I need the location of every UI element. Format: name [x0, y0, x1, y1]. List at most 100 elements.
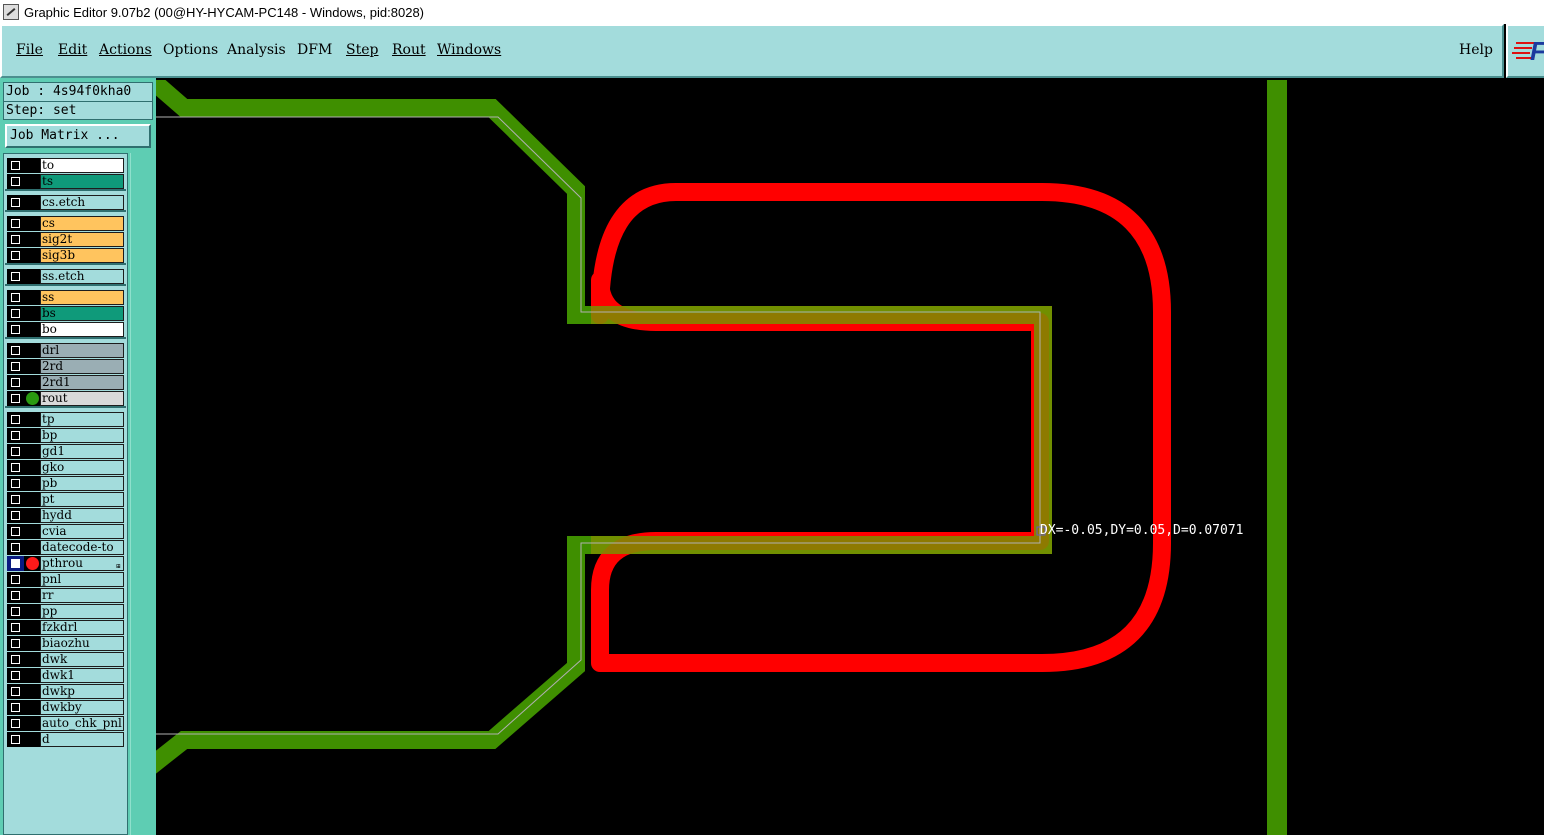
layer-name[interactable]: hydd	[40, 508, 124, 523]
layer-name[interactable]: rr	[40, 588, 124, 603]
layer-display-toggle[interactable]	[24, 248, 40, 263]
layer-display-toggle[interactable]	[24, 343, 40, 358]
layer-display-toggle[interactable]	[24, 732, 40, 747]
layer-checkbox[interactable]	[7, 636, 24, 651]
layer-display-toggle[interactable]	[24, 359, 40, 374]
layer-name[interactable]: 2rd	[40, 359, 124, 374]
layer-row-dwk[interactable]: dwk	[7, 652, 124, 667]
layer-display-toggle[interactable]	[24, 572, 40, 587]
layer-display-toggle[interactable]	[24, 444, 40, 459]
layer-display-toggle[interactable]	[24, 375, 40, 390]
layer-name[interactable]: drl	[40, 343, 124, 358]
layer-checkbox[interactable]	[7, 269, 24, 284]
layer-checkbox[interactable]	[7, 359, 24, 374]
layer-checkbox[interactable]	[7, 668, 24, 683]
layer-name[interactable]: bp	[40, 428, 124, 443]
layer-name[interactable]: cs	[40, 216, 124, 231]
menu-step[interactable]: Step	[346, 42, 378, 58]
layer-display-toggle[interactable]	[24, 412, 40, 427]
layer-checkbox[interactable]	[7, 556, 24, 571]
layer-display-toggle[interactable]	[24, 524, 40, 539]
layer-name[interactable]: datecode-to	[40, 540, 124, 555]
menu-options[interactable]: Options	[163, 42, 218, 58]
layer-display-toggle[interactable]	[24, 700, 40, 715]
layer-name[interactable]: 2rd1	[40, 375, 124, 390]
menu-edit[interactable]: Edit	[58, 42, 87, 58]
layer-row-ss-etch[interactable]: ss.etch	[7, 269, 124, 284]
layer-name[interactable]: gko	[40, 460, 124, 475]
layer-checkbox[interactable]	[7, 444, 24, 459]
layer-display-toggle[interactable]	[24, 216, 40, 231]
layer-name[interactable]: pb	[40, 476, 124, 491]
layer-checkbox[interactable]	[7, 232, 24, 247]
layer-row-pb[interactable]: pb	[7, 476, 124, 491]
layer-row-drl[interactable]: drl	[7, 343, 124, 358]
layer-name[interactable]: fzkdrl	[40, 620, 124, 635]
layer-display-toggle[interactable]	[24, 322, 40, 337]
layer-name[interactable]: pnl	[40, 572, 124, 587]
layer-checkbox[interactable]	[7, 428, 24, 443]
layer-name[interactable]: pp	[40, 604, 124, 619]
layer-name[interactable]: d	[40, 732, 124, 747]
layer-display-toggle[interactable]	[24, 636, 40, 651]
job-matrix-button[interactable]: Job Matrix ...	[5, 124, 151, 148]
layer-row-cs[interactable]: cs	[7, 216, 124, 231]
layer-checkbox[interactable]	[7, 375, 24, 390]
layer-row-bo[interactable]: bo	[7, 322, 124, 337]
layer-row-datecode-to[interactable]: datecode-to	[7, 540, 124, 555]
layer-display-toggle[interactable]	[24, 652, 40, 667]
layer-name[interactable]: bo	[40, 322, 124, 337]
layer-checkbox[interactable]	[7, 684, 24, 699]
layer-row-pthrou[interactable]: pthrou ⊞	[7, 556, 124, 571]
layer-checkbox[interactable]	[7, 322, 24, 337]
layer-row-2rd1[interactable]: 2rd1	[7, 375, 124, 390]
layer-display-toggle[interactable]	[24, 460, 40, 475]
layer-row-2rd[interactable]: 2rd	[7, 359, 124, 374]
layer-checkbox[interactable]	[7, 391, 24, 406]
layer-display-toggle[interactable]	[24, 604, 40, 619]
layer-checkbox[interactable]	[7, 174, 24, 189]
layer-display-toggle[interactable]	[24, 174, 40, 189]
layer-row-sig3b[interactable]: sig3b	[7, 248, 124, 263]
layer-display-toggle[interactable]	[24, 492, 40, 507]
layer-name[interactable]: bs	[40, 306, 124, 321]
menu-analysis[interactable]: Analysis	[227, 42, 286, 58]
layer-checkbox[interactable]	[7, 476, 24, 491]
layer-row-to[interactable]: to	[7, 158, 124, 173]
layer-row-pt[interactable]: pt	[7, 492, 124, 507]
layer-name[interactable]: dwk	[40, 652, 124, 667]
layer-display-toggle[interactable]	[24, 668, 40, 683]
layer-display-toggle[interactable]	[24, 684, 40, 699]
layer-display-toggle[interactable]	[24, 716, 40, 731]
layer-row-tp[interactable]: tp	[7, 412, 124, 427]
layer-row-ts[interactable]: ts	[7, 174, 124, 189]
layer-checkbox[interactable]	[7, 508, 24, 523]
layer-row-sig2t[interactable]: sig2t	[7, 232, 124, 247]
layer-display-toggle[interactable]	[24, 620, 40, 635]
layer-name[interactable]: gd1	[40, 444, 124, 459]
layer-checkbox[interactable]	[7, 343, 24, 358]
layer-name[interactable]: ss.etch	[40, 269, 124, 284]
layer-display-toggle[interactable]	[24, 391, 40, 406]
layer-name[interactable]: biaozhu	[40, 636, 124, 651]
layer-row-biaozhu[interactable]: biaozhu	[7, 636, 124, 651]
layer-name[interactable]: cvia	[40, 524, 124, 539]
layer-row-gko[interactable]: gko	[7, 460, 124, 475]
layer-name[interactable]: tp	[40, 412, 124, 427]
layer-name[interactable]: cs.etch	[40, 195, 124, 210]
layer-name[interactable]: ss	[40, 290, 124, 305]
layer-checkbox[interactable]	[7, 540, 24, 555]
layer-checkbox[interactable]	[7, 588, 24, 603]
layer-row-cvia[interactable]: cvia	[7, 524, 124, 539]
layer-display-toggle[interactable]	[24, 428, 40, 443]
layer-checkbox[interactable]	[7, 716, 24, 731]
layer-checkbox[interactable]	[7, 492, 24, 507]
menu-actions[interactable]: Actions	[99, 42, 152, 58]
layer-checkbox[interactable]	[7, 732, 24, 747]
layer-checkbox[interactable]	[7, 572, 24, 587]
layer-row-bs[interactable]: bs	[7, 306, 124, 321]
layer-name[interactable]: ts	[40, 174, 124, 189]
layer-checkbox[interactable]	[7, 412, 24, 427]
layer-display-toggle[interactable]	[24, 306, 40, 321]
layer-display-toggle[interactable]	[24, 556, 40, 571]
